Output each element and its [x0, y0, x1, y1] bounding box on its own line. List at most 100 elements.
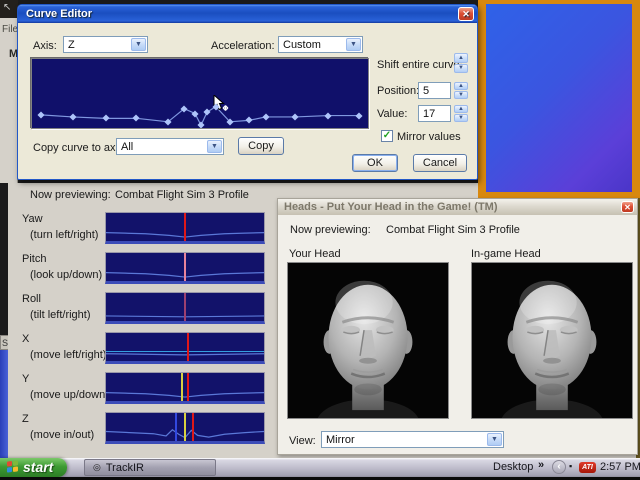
copy-curve-label: Copy curve to axis: [33, 142, 127, 154]
value-field[interactable]: 17 [418, 105, 451, 122]
axis-desc: (move left/right) [30, 349, 106, 361]
strip-position-marker [175, 413, 177, 441]
axis-row-z: Z (move in/out) [20, 410, 270, 446]
spinner-up-icon[interactable]: ▲ [454, 53, 468, 63]
axis-preview-strip-x [105, 332, 265, 364]
copy-axis-select[interactable]: All ▼ [116, 138, 224, 155]
spinner-down-icon[interactable]: ▼ [454, 91, 468, 99]
axis-name: Roll [22, 293, 41, 305]
your-head-label: Your Head [289, 248, 341, 260]
axis-name: Y [22, 373, 29, 385]
taskbar: start ◎ TrackIR Desktop » ‹ ▪ ATI 2:57 P… [0, 458, 640, 477]
ingame-head-label: In-game Head [471, 248, 541, 260]
hide-tray-icons-button[interactable]: ‹ [552, 460, 566, 474]
app-cursor-icon: ↖ [3, 2, 11, 13]
windows-logo-icon [7, 460, 18, 472]
desktop-toolbar-label[interactable]: Desktop [493, 461, 533, 473]
chevron-down-icon[interactable]: ▼ [487, 433, 502, 446]
axis-name: Pitch [22, 253, 46, 265]
chevron-down-icon[interactable]: ▼ [346, 38, 361, 51]
background-titlebar-fragment: ↖ [0, 0, 18, 18]
tray-device-icon[interactable]: ▪ [569, 461, 572, 471]
position-spinner[interactable]: ▲ ▼ [454, 82, 468, 99]
position-field[interactable]: 5 [418, 82, 451, 99]
chevron-down-icon[interactable]: ▼ [131, 38, 146, 51]
chevron-down-icon[interactable]: ▼ [207, 140, 222, 153]
spinner-down-icon[interactable]: ▼ [454, 64, 468, 74]
background-window-edge: File M [0, 18, 18, 183]
start-button-label: start [23, 459, 53, 475]
strip-position-marker [184, 253, 186, 281]
ingame-head-view [471, 262, 633, 419]
curve-editor-dialog: Curve Editor ✕ Axis: Z ▼ Acceleration: C… [17, 4, 478, 180]
start-button[interactable]: start [0, 458, 67, 477]
heads-now-previewing-label: Now previewing: [290, 224, 371, 236]
spinner-up-icon[interactable]: ▲ [454, 82, 468, 90]
view-select-value: Mirror [326, 434, 355, 446]
acceleration-select[interactable]: Custom ▼ [278, 36, 363, 53]
close-icon[interactable]: ✕ [458, 7, 474, 21]
axis-select[interactable]: Z ▼ [63, 36, 148, 53]
strip-position-marker [184, 413, 186, 441]
toolbar-chevrons-icon[interactable]: » [538, 459, 544, 471]
cancel-button[interactable]: Cancel [413, 154, 467, 172]
head-render-your [288, 263, 448, 418]
view-label: View: [289, 435, 316, 447]
file-menu-fragment[interactable]: File [2, 24, 18, 35]
taskbar-item-label: TrackIR [106, 462, 144, 474]
trackir-app-icon: ◎ [93, 462, 101, 473]
ati-tray-icon[interactable]: ATI [579, 462, 596, 473]
axis-row-yaw: Yaw (turn left/right) [20, 210, 270, 246]
shift-curve-label: Shift entire curve: [377, 59, 463, 71]
close-icon[interactable]: ✕ [621, 201, 634, 213]
axis-label: Axis: [33, 40, 57, 52]
head-render-ingame [472, 263, 632, 418]
acceleration-label: Acceleration: [211, 40, 275, 52]
your-head-view [287, 262, 449, 419]
axis-name: X [22, 333, 29, 345]
heads-window: Heads - Put Your Head in the Game! (TM) … [277, 198, 638, 455]
strip-position-marker [181, 373, 183, 401]
curve-plot[interactable] [31, 58, 369, 129]
copy-axis-select-value: All [121, 141, 133, 153]
mirror-values-label: Mirror values [397, 131, 461, 143]
axis-row-pitch: Pitch (look up/down) [20, 250, 270, 286]
value-label: Value: [377, 108, 407, 120]
heads-window-title: Heads - Put Your Head in the Game! (TM) [284, 201, 498, 213]
axis-row-y: Y (move up/down) [20, 370, 270, 406]
strip-position-marker [184, 213, 186, 241]
camera-view-panel [486, 4, 632, 192]
axis-preview-strip-z [105, 412, 265, 444]
axis-row-x: X (move left/right) [20, 330, 270, 366]
ok-button[interactable]: OK [352, 154, 398, 172]
acceleration-select-value: Custom [283, 39, 321, 51]
curve-editor-title: Curve Editor [26, 8, 92, 20]
taskbar-clock[interactable]: 2:57 PM [600, 461, 640, 473]
desktop-screen: ↖ File M St Now previewing: Combat Fligh… [0, 0, 640, 480]
axis-desc: (move up/down) [30, 389, 109, 401]
shift-curve-spinner[interactable]: ▲ ▼ [454, 53, 468, 73]
heads-titlebar[interactable]: Heads - Put Your Head in the Game! (TM) … [278, 199, 637, 215]
view-select[interactable]: Mirror ▼ [321, 431, 504, 448]
taskbar-item-trackir[interactable]: ◎ TrackIR [84, 459, 216, 476]
check-icon: ✓ [383, 131, 391, 141]
axis-row-roll: Roll (tilt left/right) [20, 290, 270, 326]
spinner-down-icon[interactable]: ▼ [454, 114, 468, 122]
strip-position-marker [192, 413, 194, 441]
strip-position-marker [187, 373, 189, 401]
axis-desc: (turn left/right) [30, 229, 98, 241]
camera-view-frame [478, 0, 640, 198]
background-blue-strip [0, 350, 8, 458]
chevron-left-icon: ‹ [557, 462, 560, 472]
axis-desc: (tilt left/right) [30, 309, 91, 321]
axis-select-value: Z [68, 39, 75, 51]
axis-preview-strip-y [105, 372, 265, 404]
copy-button[interactable]: Copy [238, 137, 284, 155]
axis-desc: (move in/out) [30, 429, 94, 441]
axis-desc: (look up/down) [30, 269, 102, 281]
position-label: Position: [377, 85, 419, 97]
spinner-up-icon[interactable]: ▲ [454, 105, 468, 113]
mirror-values-checkbox[interactable]: ✓ [381, 130, 393, 142]
curve-editor-titlebar[interactable]: Curve Editor ✕ [18, 5, 477, 23]
value-spinner[interactable]: ▲ ▼ [454, 105, 468, 122]
